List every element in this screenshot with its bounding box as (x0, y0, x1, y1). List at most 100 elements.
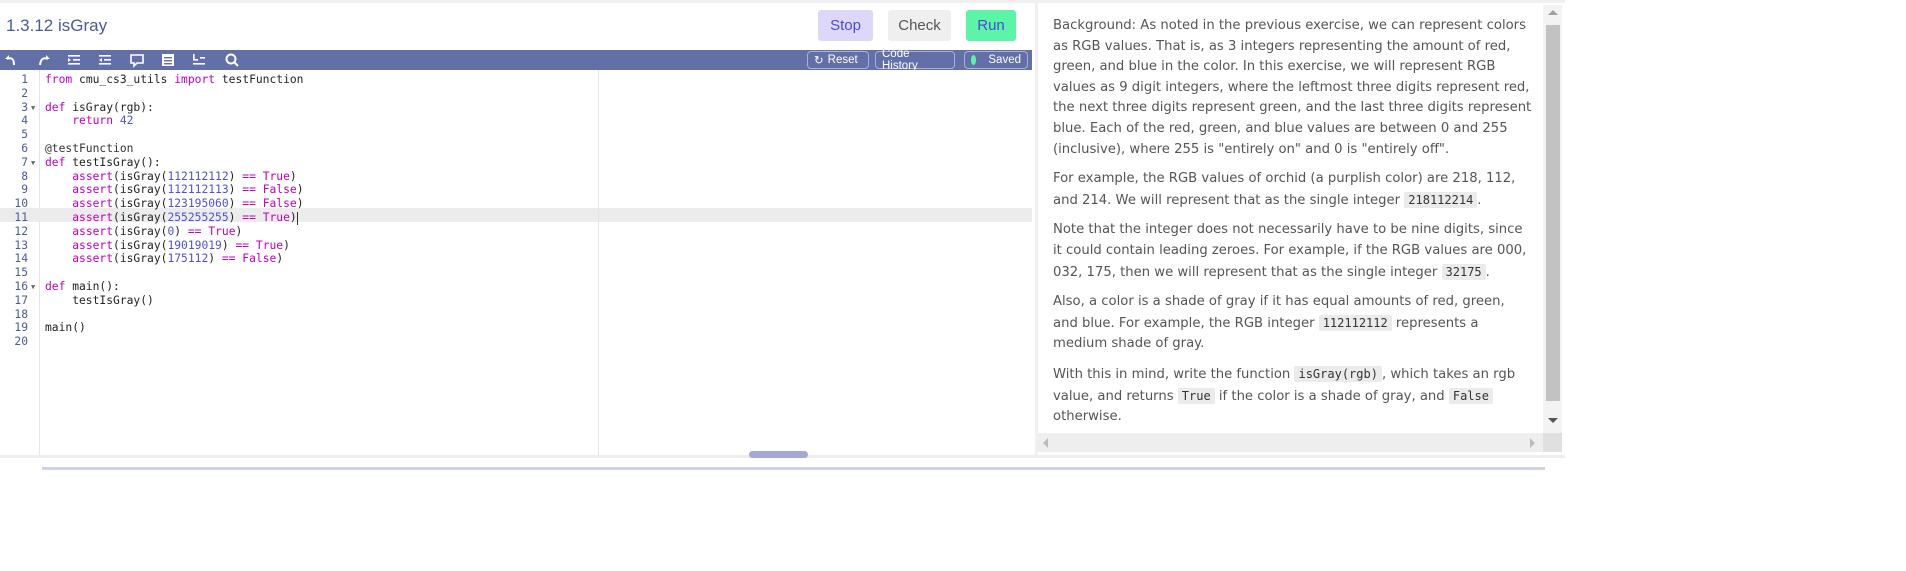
run-button[interactable]: Run (966, 10, 1016, 41)
fold-toggle-icon[interactable]: ▼ (31, 280, 35, 294)
outdent-icon[interactable] (97, 52, 113, 68)
code-false: False (1448, 387, 1493, 404)
console-bar (42, 467, 1545, 470)
code-line[interactable]: 4 return 42 (0, 114, 1032, 128)
paragraph-orchid-example: For example, the RGB values of orchid (a… (1053, 171, 1516, 208)
code-leading-zero: 32175 (1441, 263, 1486, 280)
code-line[interactable]: 19 main() (0, 321, 1032, 335)
fold-toggle-icon[interactable]: ▼ (31, 156, 35, 170)
check-button[interactable]: Check (888, 10, 951, 41)
line-number: 7 (21, 155, 28, 169)
code-text: assert(isGray(123195060) == False) (72, 197, 304, 211)
code-line[interactable]: 16 ▼ def main(): (0, 280, 1032, 294)
code-text: from cmu_cs3_utils import testFunction (45, 73, 304, 86)
comment-icon[interactable] (129, 52, 145, 68)
code-text: assert(isGray(112112112) == True) (72, 169, 297, 183)
code-text: assert(isGray(0) == True) (72, 224, 243, 238)
code-line[interactable]: 15 (0, 266, 1032, 280)
code-line[interactable]: 10 assert(isGray(123195060) == False) (0, 197, 1032, 211)
editor-pane: 1.3.12 isGray Stop Check Run ↻ Reset Cod… (0, 3, 1032, 455)
scroll-up-icon[interactable] (1548, 10, 1558, 15)
vertical-scrollbar[interactable] (1543, 5, 1562, 433)
indent-icon[interactable] (66, 52, 82, 68)
saved-label: Saved (988, 54, 1021, 66)
code-history-button[interactable]: Code History (875, 48, 955, 72)
code-line[interactable]: 6 @testFunction (0, 142, 1032, 156)
code-line[interactable]: 8 assert(isGray(112112112) == True) (0, 170, 1032, 184)
code-line[interactable]: 14 assert(isGray(175112) == False) (0, 252, 1032, 266)
instructions-pane: Background: As noted in the previous exe… (1035, 3, 1565, 455)
code-text: main() (45, 321, 86, 335)
line-number: 8 (21, 169, 28, 183)
line-number: 18 (14, 307, 28, 321)
line-number: 11 (14, 211, 28, 224)
scrollbar-corner (1543, 433, 1562, 452)
line-number: 19 (14, 321, 28, 335)
horizontal-scrollbar[interactable] (1038, 433, 1543, 452)
code-text: testIsGray() (45, 293, 154, 307)
code-text: def isGray(rgb): (45, 100, 154, 114)
reset-label: Reset (827, 54, 858, 66)
line-number: 13 (14, 238, 28, 252)
scroll-down-icon[interactable] (1548, 418, 1558, 423)
code-function-name: isGray(rgb) (1294, 365, 1382, 382)
line-number: 17 (14, 293, 28, 307)
code-text: assert(isGray(255255255) == True) (72, 211, 298, 225)
toggle-whitespace-icon[interactable] (191, 52, 207, 68)
paragraph-background: Background: As noted in the previous exe… (1053, 18, 1532, 157)
code-text: assert(isGray(112112113) == False) (72, 183, 304, 197)
editor-toolbar: ↻ Reset Code History Saved (0, 48, 1032, 72)
resize-handle[interactable] (749, 451, 808, 458)
undo-icon[interactable] (4, 52, 20, 68)
line-number: 3 (21, 100, 28, 114)
code-line[interactable]: 3 ▼ def isGray(rgb): (0, 101, 1032, 115)
code-line[interactable]: 17 testIsGray() (0, 294, 1032, 308)
code-line[interactable]: 12 assert(isGray(0) == True) (0, 225, 1032, 239)
code-line[interactable]: 1 from cmu_cs3_utils import testFunction (0, 73, 1032, 87)
code-line[interactable]: 9 assert(isGray(112112113) == False) (0, 183, 1032, 197)
reset-icon: ↻ (814, 55, 824, 67)
code-line[interactable]: 18 (0, 308, 1032, 322)
fold-toggle-icon[interactable]: ▼ (31, 101, 35, 115)
saved-indicator-icon (971, 55, 977, 65)
code-line[interactable]: 5 (0, 128, 1032, 142)
line-number: 12 (14, 224, 28, 238)
line-number: 20 (14, 335, 28, 349)
code-orchid: 218112214 (1404, 191, 1478, 208)
code-editor[interactable]: 1 from cmu_cs3_utils import testFunction 2… (0, 70, 1032, 455)
code-true: True (1177, 387, 1215, 404)
code-line[interactable]: 2 (0, 87, 1032, 101)
exercise-header: 1.3.12 isGray Stop Check Run (0, 3, 1032, 50)
paragraph-gray-definition: Also, a color is a shade of gray if it h… (1053, 294, 1505, 352)
paragraph-leading-zeroes: Note that the integer does not necessari… (1053, 222, 1527, 280)
format-icon[interactable] (160, 52, 176, 68)
code-text: assert(isGray(175112) == False) (72, 252, 284, 266)
line-number: 14 (14, 252, 28, 266)
code-line[interactable]: 11 assert(isGray(255255255) == True) (0, 211, 1032, 225)
redo-icon[interactable] (35, 52, 51, 68)
line-number: 10 (14, 197, 28, 211)
text-cursor (296, 211, 298, 225)
code-line[interactable]: 20 (0, 335, 1032, 349)
line-number: 1 (21, 73, 28, 86)
vertical-scroll-thumb[interactable] (1546, 25, 1560, 401)
line-number: 6 (21, 142, 28, 155)
line-number: 15 (14, 266, 28, 280)
code-text: def testIsGray(): (45, 155, 161, 169)
instructions-text: Background: As noted in the previous exe… (1053, 16, 1533, 437)
stop-button[interactable]: Stop (818, 10, 873, 41)
code-text: assert(isGray(19019019) == True) (72, 238, 290, 252)
code-line[interactable]: 7 ▼ def testIsGray(): (0, 156, 1032, 170)
search-icon[interactable] (224, 52, 240, 68)
line-number: 16 (14, 280, 28, 293)
scroll-left-icon[interactable] (1043, 438, 1048, 448)
line-number: 4 (21, 114, 28, 128)
code-text: return 42 (72, 114, 134, 128)
code-text: def main(): (45, 280, 120, 293)
scroll-right-icon[interactable] (1530, 438, 1535, 448)
code-line[interactable]: 13 assert(isGray(19019019) == True) (0, 239, 1032, 253)
reset-button[interactable]: ↻ Reset (807, 51, 869, 69)
line-number: 5 (21, 128, 28, 142)
saved-status: Saved (964, 51, 1028, 69)
code-gray-example: 112112112 (1318, 314, 1392, 331)
